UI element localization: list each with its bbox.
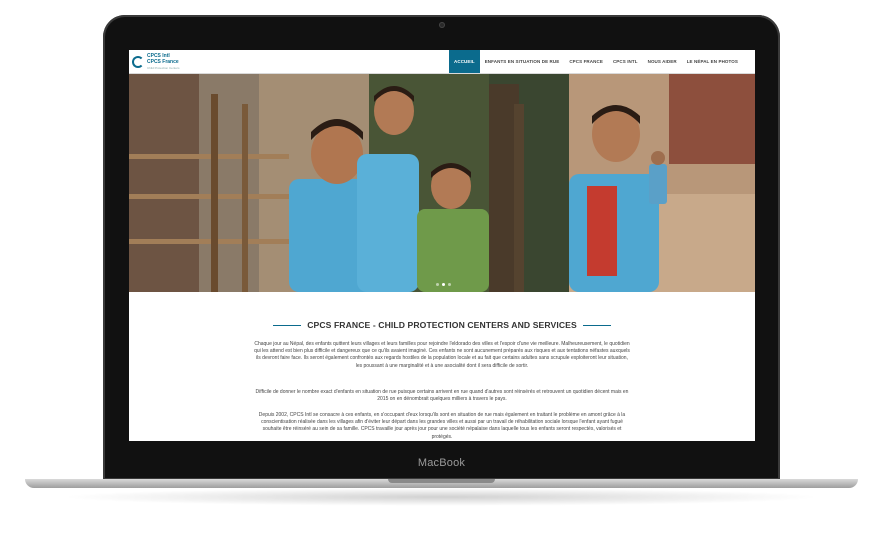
hero-carousel[interactable] [129, 74, 755, 292]
carousel-indicators [436, 283, 451, 286]
camera-icon [438, 22, 445, 28]
laptop-shadow [60, 488, 822, 506]
logo-text: CPCS Intl CPCS France Child Protection C… [147, 53, 180, 71]
nav-item-nous-aider[interactable]: NOUS AIDER [643, 50, 682, 73]
laptop-notch [388, 479, 495, 483]
logo-tagline: Child Protection Centers [147, 66, 180, 70]
paragraph-intro: Chaque jour au Népal, des enfants quitte… [254, 341, 630, 369]
carousel-dot[interactable] [436, 283, 439, 286]
nav-item-le-nepal-en-photos[interactable]: LE NÉPAL EN PHOTOS [682, 50, 743, 73]
device-brand-label: MacBook [417, 457, 466, 469]
main-content: CPCS FRANCE - CHILD PROTECTION CENTERS A… [129, 293, 755, 441]
heading-rule-left [273, 324, 302, 326]
cpcs-logo-icon [132, 56, 144, 68]
section-heading: CPCS FRANCE - CHILD PROTECTION CENTERS A… [129, 320, 755, 330]
screen: CPCS Intl CPCS France Child Protection C… [129, 50, 755, 441]
site-logo[interactable]: CPCS Intl CPCS France Child Protection C… [132, 53, 180, 71]
paragraph-statistics: Difficile de donner le nombre exact d'en… [255, 389, 629, 403]
laptop-lid: CPCS Intl CPCS France Child Protection C… [103, 15, 780, 480]
section-title: CPCS FRANCE - CHILD PROTECTION CENTERS A… [307, 320, 577, 330]
main-nav: ACCUEIL ENFANTS EN SITUATION DE RUE CPCS… [449, 50, 743, 73]
laptop-base [25, 479, 858, 488]
paragraph-mission: Depuis 2002, CPCS Intl se consacre à ces… [258, 412, 626, 440]
carousel-dot-active[interactable] [442, 283, 445, 286]
nav-item-enfants-en-situation-de-rue[interactable]: ENFANTS EN SITUATION DE RUE [480, 50, 565, 73]
nav-item-accueil[interactable]: ACCUEIL [449, 50, 480, 73]
carousel-dot[interactable] [448, 283, 451, 286]
site-header: CPCS Intl CPCS France Child Protection C… [129, 50, 755, 74]
nav-item-cpcs-france[interactable]: CPCS FRANCE [564, 50, 608, 73]
nav-item-cpcs-intl[interactable]: CPCS INTL [608, 50, 643, 73]
hero-photo [129, 74, 755, 292]
heading-rule-right [582, 324, 611, 326]
